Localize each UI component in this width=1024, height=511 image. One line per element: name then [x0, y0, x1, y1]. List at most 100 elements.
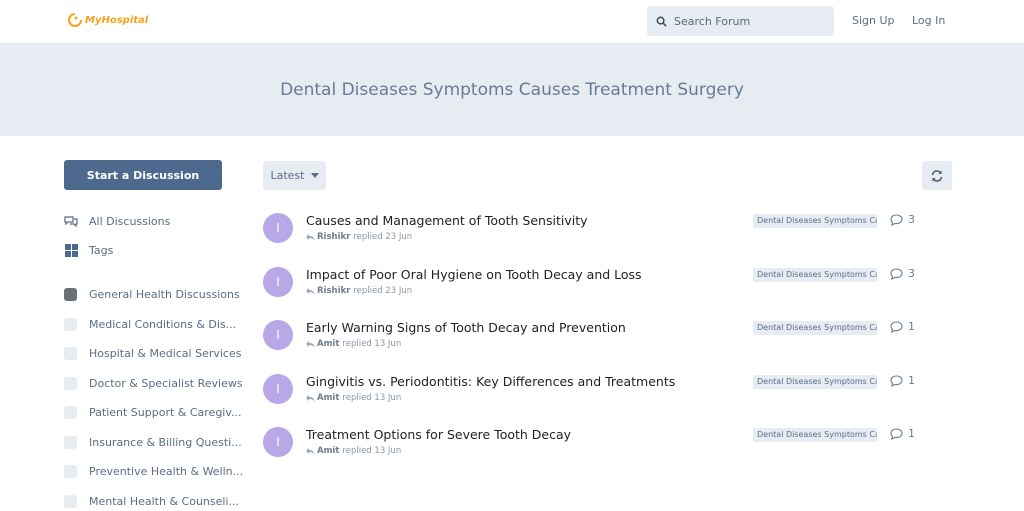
reply-count: 1	[890, 427, 915, 440]
reply-count-value: 1	[908, 374, 915, 387]
discussion-user[interactable]: Rishikr	[317, 232, 350, 242]
tag-color-swatch	[64, 347, 77, 360]
reply-count-value: 3	[908, 213, 915, 226]
signup-link[interactable]: Sign Up	[852, 14, 895, 27]
discussion-meta: Rishikr replied 23 Jun	[306, 232, 412, 242]
sidebar-tag-item[interactable]: Patient Support & Caregiv...	[64, 406, 242, 419]
tag-label: Insurance & Billing Questi...	[89, 436, 242, 449]
refresh-icon	[931, 169, 943, 182]
hero-banner: Dental Diseases Symptoms Causes Treatmen…	[0, 43, 1024, 136]
reply-count: 1	[890, 374, 915, 387]
logo-text: MyHospital	[85, 14, 149, 26]
reply-count-value: 1	[908, 427, 915, 440]
discussion-title[interactable]: Treatment Options for Severe Tooth Decay	[306, 427, 571, 442]
discussion-list-item[interactable]: I Impact of Poor Oral Hygiene on Tooth D…	[263, 267, 953, 307]
discussion-list-item[interactable]: I Causes and Management of Tooth Sensiti…	[263, 213, 953, 253]
discussion-tag[interactable]: Dental Diseases Symptoms Ca	[753, 214, 877, 228]
sidebar-tag-item[interactable]: Doctor & Specialist Reviews	[64, 377, 243, 390]
comment-icon	[890, 267, 903, 280]
refresh-button[interactable]	[922, 161, 952, 190]
avatar[interactable]: I	[263, 427, 293, 457]
sidebar-item-all-discussions[interactable]: All Discussions	[64, 214, 170, 228]
sidebar-item-tags[interactable]: Tags	[64, 243, 113, 257]
tag-color-swatch	[64, 406, 77, 419]
sidebar-tag-item[interactable]: Medical Conditions & Dis...	[64, 318, 236, 331]
reply-count: 3	[890, 267, 915, 280]
discussion-title[interactable]: Gingivitis vs. Periodontitis: Key Differ…	[306, 374, 675, 389]
discussion-action: replied 13 Jun	[342, 393, 402, 403]
discussion-action: replied 23 Jun	[353, 286, 413, 296]
avatar[interactable]: I	[263, 267, 293, 297]
discussion-tag[interactable]: Dental Diseases Symptoms Ca	[753, 375, 877, 389]
reply-icon	[306, 447, 315, 455]
sidebar-item-label: Tags	[89, 243, 114, 257]
caret-down-icon	[310, 173, 319, 178]
tag-label: Doctor & Specialist Reviews	[89, 377, 243, 390]
reply-count-value: 3	[908, 267, 915, 280]
tag-label: Hospital & Medical Services	[89, 347, 242, 360]
discussion-action: replied 23 Jun	[353, 232, 413, 242]
search-icon	[656, 16, 667, 27]
discussion-action: replied 13 Jun	[342, 446, 402, 456]
tag-label: Mental Health & Counseli...	[89, 495, 239, 508]
discussion-list-item[interactable]: I Gingivitis vs. Periodontitis: Key Diff…	[263, 374, 953, 414]
top-header: MyHospital Search Forum Sign Up Log In	[0, 0, 1024, 43]
start-discussion-button[interactable]: Start a Discussion	[64, 160, 222, 190]
tag-label: Medical Conditions & Dis...	[89, 318, 237, 331]
tag-color-swatch	[64, 436, 77, 449]
discussion-list-item[interactable]: I Early Warning Signs of Tooth Decay and…	[263, 320, 953, 360]
reply-icon	[306, 287, 315, 295]
avatar[interactable]: I	[263, 213, 293, 243]
tag-color-swatch	[64, 377, 77, 390]
comment-icon	[890, 374, 903, 387]
reply-count: 3	[890, 213, 915, 226]
discussion-meta: Amit replied 13 Jun	[306, 446, 401, 456]
discussion-title[interactable]: Impact of Poor Oral Hygiene on Tooth Dec…	[306, 267, 642, 282]
search-input[interactable]: Search Forum	[647, 6, 834, 36]
tag-label: Preventive Health & Welln...	[89, 465, 244, 478]
site-logo[interactable]: MyHospital	[67, 12, 148, 28]
search-placeholder: Search Forum	[674, 14, 751, 28]
discussion-user[interactable]: Amit	[317, 393, 339, 403]
comments-icon	[64, 214, 78, 228]
discussion-tag[interactable]: Dental Diseases Symptoms Ca	[753, 268, 877, 282]
sidebar-tag-item[interactable]: Hospital & Medical Services	[64, 347, 241, 360]
tag-color-swatch	[64, 465, 77, 478]
tag-color-swatch	[64, 495, 77, 508]
sidebar-tag-item[interactable]: Mental Health & Counseli...	[64, 495, 239, 508]
page-title: Dental Diseases Symptoms Causes Treatmen…	[280, 79, 744, 100]
discussion-meta: Amit replied 13 Jun	[306, 339, 401, 349]
discussion-tag[interactable]: Dental Diseases Symptoms Ca	[753, 321, 877, 335]
sort-dropdown[interactable]: Latest	[263, 161, 326, 190]
tag-label: Patient Support & Caregiv...	[89, 406, 242, 419]
reply-count: 1	[890, 320, 915, 333]
avatar[interactable]: I	[263, 374, 293, 404]
discussion-list-item[interactable]: I Treatment Options for Severe Tooth Dec…	[263, 427, 953, 467]
discussion-user[interactable]: Amit	[317, 339, 339, 349]
sidebar-tag-item[interactable]: General Health Discussions	[64, 288, 240, 301]
sidebar: Start a Discussion	[64, 160, 234, 190]
discussion-tag[interactable]: Dental Diseases Symptoms Ca	[753, 428, 877, 442]
tags-grid-icon	[64, 243, 78, 257]
logo-icon	[68, 13, 82, 27]
sidebar-tag-item[interactable]: Insurance & Billing Questi...	[64, 436, 242, 449]
tag-color-swatch	[64, 318, 77, 331]
sidebar-item-label: All Discussions	[89, 214, 171, 228]
sidebar-tag-item[interactable]: Preventive Health & Welln...	[64, 465, 243, 478]
comment-icon	[890, 427, 903, 440]
reply-icon	[306, 394, 315, 402]
discussion-title[interactable]: Causes and Management of Tooth Sensitivi…	[306, 213, 588, 228]
discussion-meta: Rishikr replied 23 Jun	[306, 286, 412, 296]
discussion-title[interactable]: Early Warning Signs of Tooth Decay and P…	[306, 320, 626, 335]
discussion-user[interactable]: Amit	[317, 446, 339, 456]
discussion-action: replied 13 Jun	[342, 339, 402, 349]
reply-count-value: 1	[908, 320, 915, 333]
reply-icon	[306, 340, 315, 348]
login-link[interactable]: Log In	[912, 14, 945, 27]
discussion-user[interactable]: Rishikr	[317, 286, 350, 296]
avatar[interactable]: I	[263, 320, 293, 350]
tag-label: General Health Discussions	[89, 288, 240, 301]
discussion-meta: Amit replied 13 Jun	[306, 393, 401, 403]
tag-color-swatch	[64, 288, 77, 301]
sort-label: Latest	[270, 169, 305, 182]
